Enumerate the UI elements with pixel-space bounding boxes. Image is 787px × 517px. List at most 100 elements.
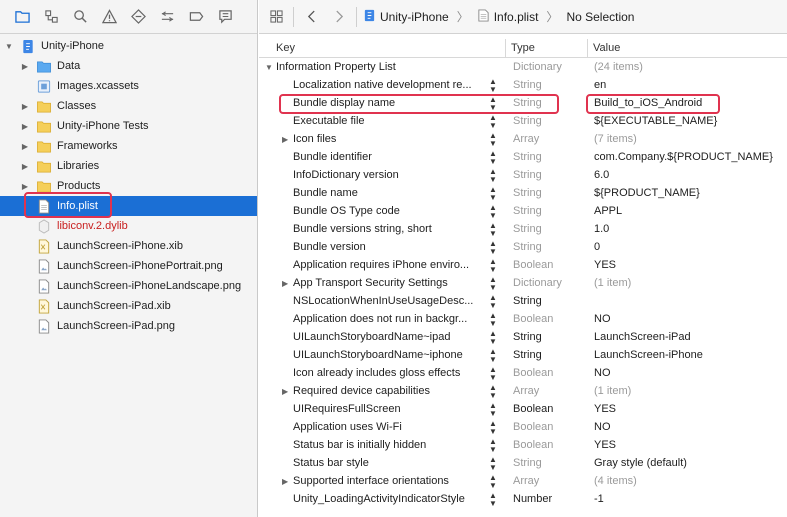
disclosure-collapsed-icon[interactable]: ▶ [282,477,288,486]
plist-row[interactable]: Bundle name ▲ ▼ String ${PRODUCT_NAME} [259,185,787,203]
disclosure-collapsed-icon[interactable]: ▶ [20,182,30,191]
breadcrumb-selection[interactable]: No Selection [566,10,634,24]
plist-row[interactable]: ▶ Icon files ▲ ▼ Array (7 items) [259,131,787,149]
navigator-item[interactable]: ▼ Unity-iPhone [0,36,257,56]
key-stepper-icon[interactable]: ▲ ▼ [489,492,497,508]
navigator-item[interactable]: Info.plist [0,196,257,216]
plist-key[interactable]: Bundle identifier [293,151,372,163]
disclosure-collapsed-icon[interactable]: ▶ [282,387,288,396]
plist-row[interactable]: Bundle identifier ▲ ▼ String com.Company.${P… [259,149,787,167]
key-stepper-icon[interactable]: ▲ ▼ [489,240,497,256]
plist-type[interactable]: Dictionary [513,277,562,289]
key-stepper-icon[interactable]: ▲ ▼ [489,96,497,112]
plist-key[interactable]: Status bar style [293,457,369,469]
plist-row[interactable]: Application uses Wi-Fi ▲ ▼ Boolean NO [259,419,787,437]
plist-row[interactable]: Status bar style ▲ ▼ String Gray style (defa… [259,455,787,473]
plist-value[interactable]: (24 items) [594,61,643,73]
key-stepper-icon[interactable]: ▲ ▼ [489,258,497,274]
plist-type[interactable]: Boolean [513,313,553,325]
plist-value[interactable]: 1.0 [594,223,609,235]
plist-row[interactable]: ▶ App Transport Security Settings ▲ ▼ Dictio… [259,275,787,293]
plist-value[interactable]: YES [594,439,616,451]
plist-type[interactable]: Array [513,133,539,145]
plist-row[interactable]: UILaunchStoryboardName~ipad ▲ ▼ String Launc… [259,329,787,347]
plist-key[interactable]: Icon files [293,133,336,145]
plist-type[interactable]: Boolean [513,259,553,271]
plist-key[interactable]: Application uses Wi-Fi [293,421,402,433]
key-stepper-icon[interactable]: ▲ ▼ [489,456,497,472]
plist-type[interactable]: String [513,79,542,91]
key-stepper-icon[interactable]: ▲ ▼ [489,114,497,130]
navigator-item[interactable]: ▶ Products [0,176,257,196]
plist-row[interactable]: ▼ Information Property List Dictionary (24 … [259,59,787,77]
breadcrumb-file[interactable]: Info.plist [494,10,539,24]
key-stepper-icon[interactable]: ▲ ▼ [489,186,497,202]
plist-row[interactable]: ▶ Required device capabilities ▲ ▼ Array (1 i… [259,383,787,401]
column-divider[interactable] [505,39,506,57]
plist-row[interactable]: Bundle versions string, short ▲ ▼ String 1.0 [259,221,787,239]
plist-type[interactable]: String [513,151,542,163]
plist-type[interactable]: String [513,457,542,469]
plist-value[interactable]: Gray style (default) [594,457,687,469]
plist-row[interactable]: Application requires iPhone enviro... ▲ ▼ B… [259,257,787,275]
source-control-icon[interactable] [37,6,66,28]
plist-row[interactable]: Localization native development re... ▲ ▼ S… [259,77,787,95]
navigator-item[interactable]: ▶ Classes [0,96,257,116]
plist-key[interactable]: Bundle OS Type code [293,205,400,217]
plist-type[interactable]: Boolean [513,367,553,379]
plist-row[interactable]: Unity_LoadingActivityIndicatorStyle ▲ ▼ Num… [259,491,787,509]
plist-value[interactable]: ${EXECUTABLE_NAME} [594,115,717,127]
plist-row[interactable]: Executable file ▲ ▼ String ${EXECUTABLE_NAME… [259,113,787,131]
plist-key[interactable]: Bundle name [293,187,358,199]
key-stepper-icon[interactable]: ▲ ▼ [489,150,497,166]
plist-value[interactable]: LaunchScreen-iPhone [594,349,703,361]
plist-row[interactable]: UIRequiresFullScreen ▲ ▼ Boolean YES [259,401,787,419]
key-stepper-icon[interactable]: ▲ ▼ [489,438,497,454]
key-stepper-icon[interactable]: ▲ ▼ [489,366,497,382]
plist-type[interactable]: String [513,349,542,361]
plist-value[interactable]: APPL [594,205,622,217]
plist-value[interactable]: LaunchScreen-iPad [594,331,691,343]
plist-key[interactable]: App Transport Security Settings [293,277,448,289]
navigator-item[interactable]: LaunchScreen-iPhonePortrait.png [0,256,257,276]
plist-key[interactable]: Application requires iPhone enviro... [293,259,469,271]
plist-type[interactable]: String [513,115,542,127]
navigator-item[interactable]: ▶ Data [0,56,257,76]
plist-type[interactable]: Boolean [513,439,553,451]
back-chevron-icon[interactable] [300,6,322,28]
plist-type[interactable]: String [513,331,542,343]
debug-icon[interactable] [153,6,182,28]
navigator-item[interactable]: LaunchScreen-iPad.xib [0,296,257,316]
plist-row[interactable]: Status bar is initially hidden ▲ ▼ Boolean Y… [259,437,787,455]
key-stepper-icon[interactable]: ▲ ▼ [489,474,497,490]
plist-type[interactable]: String [513,295,542,307]
plist-type[interactable]: String [513,169,542,181]
plist-type[interactable]: String [513,187,542,199]
warning-icon[interactable] [95,6,124,28]
disclosure-expanded-icon[interactable]: ▼ [4,42,14,51]
plist-key[interactable]: Localization native development re... [293,79,472,91]
plist-row[interactable]: Icon already includes gloss effects ▲ ▼ Boo… [259,365,787,383]
plist-value[interactable]: YES [594,403,616,415]
plist-value[interactable]: en [594,79,606,91]
plist-row[interactable]: NSLocationWhenInUseUsageDesc... ▲ ▼ String [259,293,787,311]
plist-key[interactable]: Unity_LoadingActivityIndicatorStyle [293,493,465,505]
plist-type[interactable]: Dictionary [513,61,562,73]
plist-key[interactable]: NSLocationWhenInUseUsageDesc... [293,295,473,307]
plist-key[interactable]: Executable file [293,115,365,127]
navigator-item[interactable]: ▶ Libraries [0,156,257,176]
column-header-value[interactable]: Value [593,42,620,54]
key-stepper-icon[interactable]: ▲ ▼ [489,78,497,94]
plist-key[interactable]: UIRequiresFullScreen [293,403,401,415]
breadcrumb-project[interactable]: Unity-iPhone [380,10,449,24]
plist-key[interactable]: InfoDictionary version [293,169,399,181]
plist-type[interactable]: Array [513,475,539,487]
key-stepper-icon[interactable]: ▲ ▼ [489,330,497,346]
disclosure-collapsed-icon[interactable]: ▶ [20,162,30,171]
plist-type[interactable]: String [513,241,542,253]
plist-value[interactable]: YES [594,259,616,271]
plist-row[interactable]: InfoDictionary version ▲ ▼ String 6.0 [259,167,787,185]
key-stepper-icon[interactable]: ▲ ▼ [489,294,497,310]
breakpoint-icon[interactable] [182,6,211,28]
navigator-item[interactable]: Images.xcassets [0,76,257,96]
